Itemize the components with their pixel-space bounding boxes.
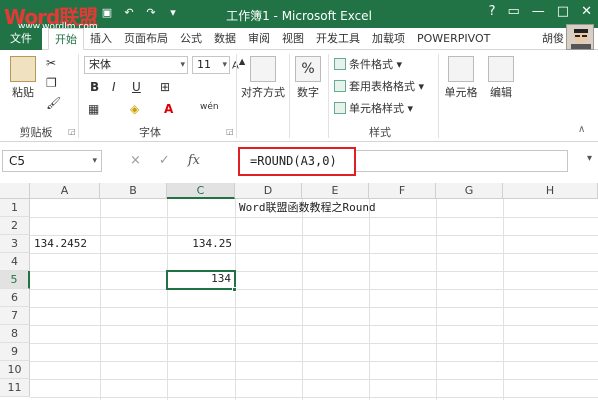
font-launcher-icon[interactable]: ◲: [226, 127, 234, 136]
alignment-button[interactable]: 对齐方式: [240, 56, 286, 100]
ribbon-tab-row: 文件 开始 插入 页面布局 公式 数据 审阅 视图 开发工具 加载项 POWER…: [0, 24, 598, 50]
chevron-down-icon: ▾: [180, 60, 185, 70]
editing-button[interactable]: 编辑: [486, 56, 516, 100]
tab-powerpivot[interactable]: POWERPIVOT: [411, 28, 496, 50]
ribbon-display-icon[interactable]: ▭: [508, 4, 520, 19]
close-icon[interactable]: ✕: [581, 4, 592, 19]
borders-icon[interactable]: ⊞: [160, 80, 170, 94]
avatar-face-icon: [567, 25, 593, 49]
clipboard-launcher-icon[interactable]: ◲: [68, 127, 76, 136]
column-header-d[interactable]: D: [235, 183, 302, 199]
column-header-a[interactable]: A: [30, 183, 100, 199]
cell-styles-button[interactable]: 单元格样式 ▾: [334, 100, 413, 116]
underline-button[interactable]: U: [132, 80, 141, 94]
minimize-icon[interactable]: —: [532, 4, 545, 19]
row-header-5[interactable]: 5: [0, 271, 30, 289]
row-header-1[interactable]: 1: [0, 199, 30, 217]
ribbon: 粘贴 ✂ ❐ 🖌 剪贴板 ◲ 宋体▾ 11▾ A▲ B I U ⊞ ▦ ◈ A …: [0, 50, 598, 142]
number-format-button[interactable]: % 数字: [292, 56, 324, 100]
cells-icon: [448, 56, 474, 82]
formula-bar: C5 ▾ × ✓ fx =ROUND(A3,0) ▾: [0, 143, 598, 183]
insert-function-icon[interactable]: fx: [188, 153, 200, 168]
conditional-format-icon: [334, 58, 346, 70]
name-box[interactable]: C5 ▾: [2, 150, 102, 172]
help-icon[interactable]: ?: [489, 4, 496, 19]
column-header-e[interactable]: E: [302, 183, 369, 199]
tab-view[interactable]: 视图: [276, 28, 310, 50]
cell-d1[interactable]: Word联盟函数教程之Round: [236, 199, 379, 217]
font-group-label: 字体: [139, 126, 161, 139]
tab-file[interactable]: 文件: [0, 28, 42, 50]
binoculars-icon: [488, 56, 514, 82]
formula-input[interactable]: =ROUND(A3,0): [238, 147, 356, 176]
cut-icon[interactable]: ✂: [46, 56, 56, 70]
expand-formula-bar-icon[interactable]: ▾: [587, 153, 592, 164]
title-bar: Word联盟 www.wordlm.com ▣ ↶ ↷ ▾ 工作簿1 - Mic…: [0, 0, 598, 32]
cancel-entry-icon[interactable]: ×: [130, 153, 141, 168]
cell-c5[interactable]: 134: [166, 270, 236, 290]
row-header-7[interactable]: 7: [0, 307, 30, 325]
row-header-11[interactable]: 11: [0, 379, 30, 397]
phonetic-icon[interactable]: wén: [200, 102, 219, 112]
avatar[interactable]: [566, 24, 594, 50]
fill-color-icon[interactable]: ◈: [130, 102, 139, 116]
maximize-icon[interactable]: □: [557, 4, 569, 19]
clipboard-group-label: 剪贴板: [19, 126, 53, 139]
enter-entry-icon[interactable]: ✓: [159, 153, 170, 168]
clipboard-icon: [10, 56, 36, 82]
cell-c3[interactable]: 134.25: [168, 235, 235, 253]
font-size-select[interactable]: 11 ▾: [192, 56, 230, 74]
column-header-g[interactable]: G: [436, 183, 503, 199]
fill-handle[interactable]: [232, 287, 237, 292]
tab-formulas[interactable]: 公式: [174, 28, 208, 50]
italic-button[interactable]: I: [112, 80, 116, 94]
format-painter-icon[interactable]: 🖌: [46, 96, 61, 110]
tab-home[interactable]: 开始: [48, 28, 84, 50]
worksheet-grid[interactable]: A B C D E F G H 1 2 3 4 5 6 7 8 9 10 11 …: [0, 183, 598, 400]
select-all-corner[interactable]: [0, 183, 30, 199]
tab-page-layout[interactable]: 页面布局: [118, 28, 174, 50]
row-header-6[interactable]: 6: [0, 289, 30, 307]
tab-developer[interactable]: 开发工具: [310, 28, 366, 50]
tab-addins[interactable]: 加载项: [366, 28, 411, 50]
column-header-b[interactable]: B: [100, 183, 167, 199]
percent-icon: %: [295, 56, 321, 82]
row-header-4[interactable]: 4: [0, 253, 30, 271]
copy-icon[interactable]: ❐: [46, 76, 57, 90]
ribbon-tabs: 开始 插入 页面布局 公式 数据 审阅 视图 开发工具 加载项 POWERPIV…: [48, 28, 496, 50]
paste-button[interactable]: 粘贴: [6, 56, 40, 100]
tab-data[interactable]: 数据: [208, 28, 242, 50]
bold-button[interactable]: B: [90, 80, 99, 94]
column-header-h[interactable]: H: [503, 183, 598, 199]
cells-button[interactable]: 单元格: [442, 56, 480, 100]
chevron-down-icon: ▾: [92, 156, 97, 166]
styles-group-label: 样式: [369, 126, 391, 139]
tab-review[interactable]: 审阅: [242, 28, 276, 50]
user-name[interactable]: 胡俊: [542, 28, 564, 50]
row-header-2[interactable]: 2: [0, 217, 30, 235]
row-header-8[interactable]: 8: [0, 325, 30, 343]
column-header-f[interactable]: F: [369, 183, 436, 199]
conditional-formatting-button[interactable]: 条件格式 ▾: [334, 56, 402, 72]
column-header-c[interactable]: C: [167, 183, 235, 199]
row-header-9[interactable]: 9: [0, 343, 30, 361]
tab-insert[interactable]: 插入: [84, 28, 118, 50]
borders-dropdown-icon[interactable]: ▦: [88, 102, 99, 116]
chevron-down-icon: ▾: [222, 60, 227, 70]
cell-a3[interactable]: 134.2452: [31, 235, 100, 253]
table-format-icon: [334, 80, 346, 92]
format-as-table-button[interactable]: 套用表格格式 ▾: [334, 78, 424, 94]
formula-input-extent[interactable]: [356, 150, 568, 172]
font-color-button[interactable]: A: [164, 102, 173, 116]
row-header-10[interactable]: 10: [0, 361, 30, 379]
font-name-select[interactable]: 宋体 ▾: [84, 56, 188, 74]
cell-style-icon: [334, 102, 346, 114]
collapse-ribbon-icon[interactable]: ∧: [578, 124, 585, 135]
window-controls: ? ▭ — □ ✕: [489, 4, 592, 19]
row-header-3[interactable]: 3: [0, 235, 30, 253]
align-lines-icon: [250, 56, 276, 82]
